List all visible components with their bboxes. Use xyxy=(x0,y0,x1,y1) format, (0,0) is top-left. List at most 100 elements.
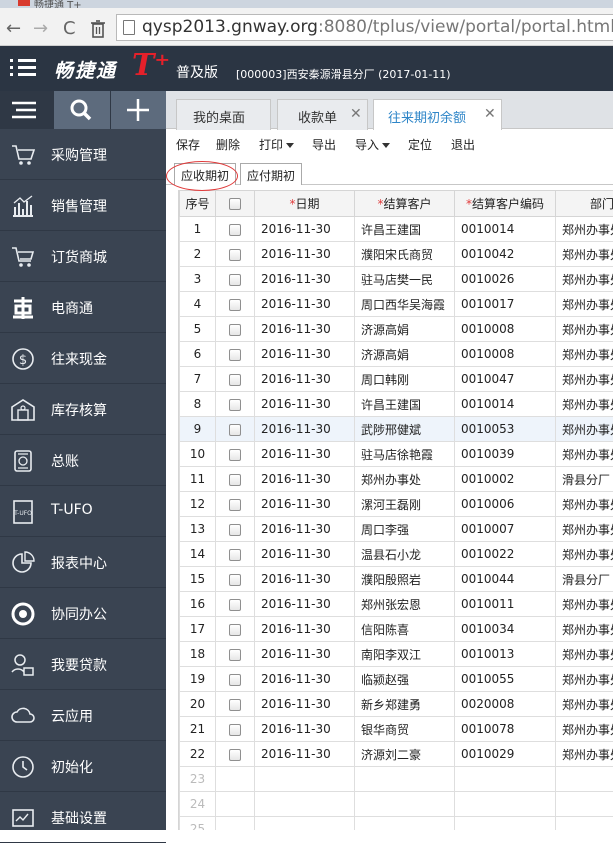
table-row[interactable]: 142016-11-30温县石小龙0010022郑州办事处 xyxy=(180,542,613,567)
empty-cell[interactable] xyxy=(216,767,255,792)
export-button[interactable]: 导出 xyxy=(312,136,336,153)
customer-code-cell[interactable]: 0010034 xyxy=(455,617,556,642)
customer-code-cell[interactable]: 0010008 xyxy=(455,342,556,367)
date-cell[interactable]: 2016-11-30 xyxy=(255,717,355,742)
row-checkbox-cell[interactable] xyxy=(216,567,255,592)
close-icon[interactable]: ✕ xyxy=(350,106,362,122)
date-cell[interactable]: 2016-11-30 xyxy=(255,742,355,767)
row-checkbox-cell[interactable] xyxy=(216,517,255,542)
date-cell[interactable]: 2016-11-30 xyxy=(255,442,355,467)
customer-cell[interactable]: 南阳李双江 xyxy=(355,642,455,667)
row-checkbox-cell[interactable] xyxy=(216,592,255,617)
row-checkbox-cell[interactable] xyxy=(216,242,255,267)
add-button[interactable] xyxy=(111,91,166,129)
table-row[interactable]: 52016-11-30济源高娟0010008郑州办事处 xyxy=(180,317,613,342)
sidebar-item-loan[interactable]: 我要贷款 xyxy=(0,639,166,690)
row-checkbox-cell[interactable] xyxy=(216,342,255,367)
row-checkbox[interactable] xyxy=(229,674,241,686)
customer-cell[interactable]: 漯河王磊刚 xyxy=(355,492,455,517)
dept-cell[interactable]: 郑州办事处 xyxy=(556,242,613,267)
date-cell[interactable]: 2016-11-30 xyxy=(255,492,355,517)
col-header-dept[interactable]: 部门 xyxy=(556,191,613,217)
date-cell[interactable]: 2016-11-30 xyxy=(255,567,355,592)
dept-cell[interactable]: 郑州办事处 xyxy=(556,717,613,742)
empty-cell[interactable] xyxy=(556,792,613,817)
row-checkbox-cell[interactable] xyxy=(216,217,255,242)
customer-code-cell[interactable]: 0020008 xyxy=(455,692,556,717)
dept-cell[interactable]: 滑县分厂 xyxy=(556,567,613,592)
empty-cell[interactable] xyxy=(355,767,455,792)
sidebar-item-collaboration[interactable]: 协同办公 xyxy=(0,588,166,639)
col-header-customer-code[interactable]: *结算客户编码 xyxy=(455,191,556,217)
empty-cell[interactable] xyxy=(255,792,355,817)
customer-code-cell[interactable]: 0010044 xyxy=(455,567,556,592)
customer-cell[interactable]: 驻马店樊一民 xyxy=(355,267,455,292)
row-checkbox[interactable] xyxy=(229,449,241,461)
row-checkbox-cell[interactable] xyxy=(216,617,255,642)
import-button[interactable]: 导入 xyxy=(355,136,390,153)
row-checkbox[interactable] xyxy=(229,749,241,761)
row-checkbox[interactable] xyxy=(229,249,241,261)
row-checkbox[interactable] xyxy=(229,699,241,711)
dept-cell[interactable]: 郑州办事处 xyxy=(556,667,613,692)
date-cell[interactable]: 2016-11-30 xyxy=(255,342,355,367)
empty-cell[interactable] xyxy=(556,817,613,831)
row-checkbox[interactable] xyxy=(229,574,241,586)
customer-code-cell[interactable]: 0010078 xyxy=(455,717,556,742)
table-row[interactable]: 42016-11-30周口西华吴海霞0010017郑州办事处 xyxy=(180,292,613,317)
dept-cell[interactable]: 郑州办事处 xyxy=(556,692,613,717)
sidebar-item-sales[interactable]: 销售管理 xyxy=(0,180,166,231)
date-cell[interactable]: 2016-11-30 xyxy=(255,467,355,492)
customer-cell[interactable]: 周口李强 xyxy=(355,517,455,542)
dept-cell[interactable]: 郑州办事处 xyxy=(556,392,613,417)
table-row[interactable]: 152016-11-30濮阳殷照岩0010044滑县分厂 xyxy=(180,567,613,592)
sidebar-item-general-ledger[interactable]: 总账 xyxy=(0,435,166,486)
sidebar-item-order-mall[interactable]: 订货商城 xyxy=(0,231,166,282)
date-cell[interactable]: 2016-11-30 xyxy=(255,417,355,442)
row-checkbox-cell[interactable] xyxy=(216,367,255,392)
sidebar-item-inventory[interactable]: 库存核算 xyxy=(0,384,166,435)
date-cell[interactable]: 2016-11-30 xyxy=(255,267,355,292)
sidebar-item-basic-settings[interactable]: 基础设置 xyxy=(0,792,166,843)
table-row[interactable]: 112016-11-30郑州办事处0010002滑县分厂 xyxy=(180,467,613,492)
col-header-select[interactable] xyxy=(216,191,255,217)
customer-cell[interactable]: 临颍赵强 xyxy=(355,667,455,692)
dept-cell[interactable]: 郑州办事处 xyxy=(556,267,613,292)
date-cell[interactable]: 2016-11-30 xyxy=(255,367,355,392)
date-cell[interactable]: 2016-11-30 xyxy=(255,692,355,717)
date-cell[interactable]: 2016-11-30 xyxy=(255,242,355,267)
customer-code-cell[interactable]: 0010042 xyxy=(455,242,556,267)
row-checkbox[interactable] xyxy=(229,274,241,286)
reload-icon[interactable]: C xyxy=(63,18,76,39)
dept-cell[interactable]: 郑州办事处 xyxy=(556,292,613,317)
customer-code-cell[interactable]: 0010026 xyxy=(455,267,556,292)
date-cell[interactable]: 2016-11-30 xyxy=(255,642,355,667)
row-checkbox-cell[interactable] xyxy=(216,442,255,467)
customer-cell[interactable]: 济源高娟 xyxy=(355,317,455,342)
tab-opening-balance[interactable]: 往来期初余额 ✕ xyxy=(373,99,502,130)
empty-cell[interactable] xyxy=(216,792,255,817)
customer-cell[interactable]: 濮阳殷照岩 xyxy=(355,567,455,592)
subtab-payable[interactable]: 应付期初 xyxy=(240,163,302,185)
customer-cell[interactable]: 许昌王建国 xyxy=(355,217,455,242)
table-row[interactable]: 22016-11-30濮阳宋氏商贸0010042郑州办事处 xyxy=(180,242,613,267)
customer-code-cell[interactable]: 0010017 xyxy=(455,292,556,317)
date-cell[interactable]: 2016-11-30 xyxy=(255,217,355,242)
dept-cell[interactable]: 滑县分厂 xyxy=(556,467,613,492)
exit-button[interactable]: 退出 xyxy=(451,136,475,153)
customer-cell[interactable]: 温县石小龙 xyxy=(355,542,455,567)
row-checkbox[interactable] xyxy=(229,599,241,611)
empty-cell[interactable] xyxy=(255,817,355,831)
empty-row[interactable]: 25 xyxy=(180,817,613,831)
sidebar-item-initialization[interactable]: 初始化 xyxy=(0,741,166,792)
print-button[interactable]: 打印 xyxy=(259,136,294,153)
customer-code-cell[interactable]: 0010008 xyxy=(455,317,556,342)
row-checkbox-cell[interactable] xyxy=(216,717,255,742)
empty-cell[interactable] xyxy=(455,767,556,792)
date-cell[interactable]: 2016-11-30 xyxy=(255,517,355,542)
customer-code-cell[interactable]: 0010047 xyxy=(455,367,556,392)
customer-cell[interactable]: 郑州办事处 xyxy=(355,467,455,492)
row-checkbox-cell[interactable] xyxy=(216,392,255,417)
date-cell[interactable]: 2016-11-30 xyxy=(255,592,355,617)
collapse-menu-button[interactable] xyxy=(0,91,53,129)
